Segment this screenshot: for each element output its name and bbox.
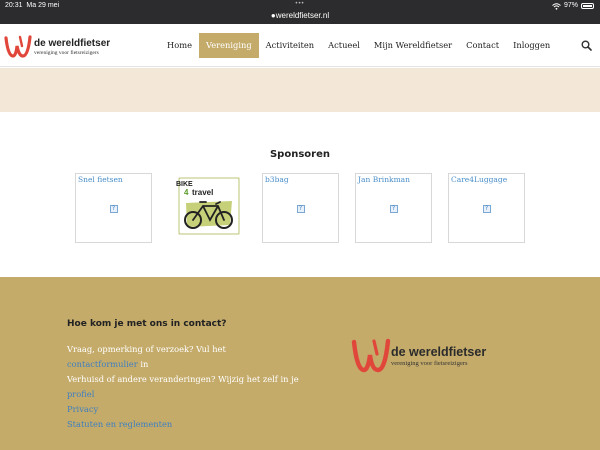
- contact-line-1b: contactformulier in: [67, 359, 149, 369]
- footer-logo[interactable]: de wereldfietser vereniging voor fietsre…: [351, 337, 521, 377]
- nav-inloggen[interactable]: Inloggen: [506, 33, 557, 58]
- sponsors-title: Sponsoren: [269, 149, 330, 160]
- footer-logo-w-icon: [351, 338, 391, 373]
- bike4travel-logo-top: BIKE: [176, 181, 193, 188]
- bike4travel-logo-num: 4: [184, 188, 189, 197]
- statuten-link[interactable]: Statuten en reglementen: [67, 419, 172, 429]
- status-indicators: 97%: [552, 2, 594, 10]
- battery-percentage: 97%: [563, 2, 578, 9]
- address-bar[interactable]: ●wereldfietser.nl: [0, 11, 600, 20]
- contactformulier-link[interactable]: contactformulier: [67, 359, 138, 369]
- sponsor-snel-fietsen[interactable]: Snel fietsen ?: [75, 173, 152, 243]
- site-header: de wereldfietser vereniging voor fietsre…: [0, 24, 600, 67]
- site-logo[interactable]: de wereldfietser vereniging voor fietsre…: [4, 34, 114, 60]
- sponsor-name: b3bag: [265, 175, 289, 184]
- battery-icon: [581, 2, 594, 9]
- main-nav: Home Vereniging Activiteiten Actueel Mij…: [160, 33, 557, 58]
- nav-activiteiten[interactable]: Activiteiten: [259, 33, 321, 58]
- sponsor-care4luggage[interactable]: Care4Luggage ?: [448, 173, 525, 243]
- bike4travel-logo-word: travel: [192, 188, 214, 197]
- contact-line-2: Verhuisd of andere veranderingen? Wijzig…: [67, 374, 299, 384]
- privacy-link[interactable]: Privacy: [67, 404, 98, 414]
- wifi-icon: [552, 2, 561, 10]
- nav-mijn-wereldfietser[interactable]: Mijn Wereldfietser: [367, 33, 459, 58]
- profiel-link[interactable]: profiel: [67, 389, 94, 399]
- nav-actueel[interactable]: Actueel: [321, 33, 367, 58]
- broken-image-icon: ?: [482, 205, 491, 213]
- search-icon[interactable]: [581, 40, 592, 51]
- footer-logo-subtitle: vereniging voor fietsreizigers: [391, 360, 468, 367]
- sponsor-b3bag[interactable]: b3bag ?: [262, 173, 339, 243]
- contact-line-1: Vraag, opmerking of verzoek? Vul het: [67, 344, 226, 354]
- broken-image-icon: ?: [109, 205, 118, 213]
- nav-home[interactable]: Home: [160, 33, 199, 58]
- broken-image-icon: ?: [296, 205, 305, 213]
- sponsor-name: Care4Luggage: [451, 175, 508, 184]
- sponsor-name: Jan Brinkman: [358, 175, 410, 184]
- sponsor-jan-brinkman[interactable]: Jan Brinkman ?: [355, 173, 432, 243]
- contact-heading: Hoe kom je met ons in contact?: [67, 319, 227, 329]
- broken-image-icon: ?: [389, 205, 398, 213]
- logo-title: de wereldfietser: [34, 38, 111, 49]
- hero-band: [0, 68, 600, 112]
- tab-dots-icon[interactable]: •••: [0, 1, 600, 7]
- site-footer: Hoe kom je met ons in contact? Vraag, op…: [0, 277, 600, 450]
- sponsor-name: Snel fietsen: [78, 175, 123, 184]
- nav-contact[interactable]: Contact: [459, 33, 506, 58]
- footer-logo-title: de wereldfietser: [391, 345, 487, 359]
- sponsor-bike4travel[interactable]: BIKE 4 travel: [170, 173, 247, 243]
- nav-vereniging[interactable]: Vereniging: [199, 33, 259, 58]
- logo-subtitle: vereniging voor fietsreizigers: [34, 50, 99, 56]
- status-bar: 20:31 Ma 29 mei ••• ●wereldfietser.nl 97…: [0, 0, 600, 24]
- logo-w-icon: [4, 35, 32, 58]
